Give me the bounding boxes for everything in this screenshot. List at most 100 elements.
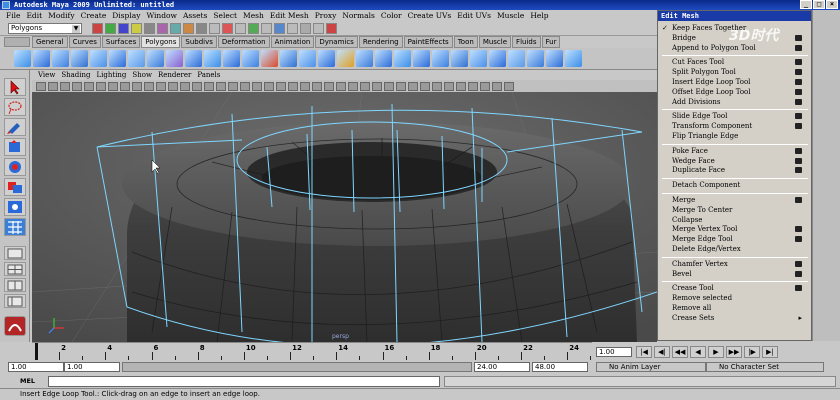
shelf-tool-28-icon[interactable]: [527, 50, 544, 67]
menu-item-transform-component[interactable]: Transform Component: [672, 122, 808, 131]
panel-tool-10-icon[interactable]: [144, 81, 154, 91]
option-box-icon[interactable]: [795, 285, 802, 292]
option-box-icon[interactable]: [795, 59, 802, 66]
status-line-tool-12-icon[interactable]: [235, 23, 246, 34]
panel-tool-3-icon[interactable]: [60, 81, 70, 91]
option-box-icon[interactable]: [795, 157, 802, 164]
shelf-tab-muscle[interactable]: Muscle: [478, 36, 512, 48]
panel-tool-9-icon[interactable]: [132, 81, 142, 91]
menu-modify[interactable]: Modify: [48, 10, 74, 21]
shelf-menu-button[interactable]: [4, 37, 30, 47]
close-button[interactable]: ×: [826, 0, 838, 9]
menu-assets[interactable]: Assets: [183, 10, 207, 21]
menu-file[interactable]: File: [6, 10, 20, 21]
layout-two-icon[interactable]: [4, 278, 26, 292]
panel-tool-18-icon[interactable]: [240, 81, 250, 91]
menu-edit[interactable]: Edit: [26, 10, 42, 21]
status-line-tool-2-icon[interactable]: [105, 23, 116, 34]
menu-item-merge-vertex-tool[interactable]: Merge Vertex Tool: [672, 225, 808, 234]
option-box-icon[interactable]: [795, 260, 802, 267]
shelf-tab-dynamics[interactable]: Dynamics: [315, 36, 358, 48]
panel-tool-39-icon[interactable]: [492, 81, 502, 91]
shelf-tool-30-icon[interactable]: [565, 50, 582, 67]
menu-item-append-to-polygon-tool[interactable]: Append to Polygon Tool: [672, 44, 808, 53]
option-box-icon[interactable]: [795, 88, 802, 95]
option-box-icon[interactable]: [795, 69, 802, 76]
menu-item-slide-edge-tool[interactable]: Slide Edge Tool: [672, 112, 808, 121]
panel-tool-14-icon[interactable]: [192, 81, 202, 91]
status-line-tool-9-icon[interactable]: [196, 23, 207, 34]
shelf-tool-6-icon[interactable]: [109, 50, 126, 67]
panel-tool-4-icon[interactable]: [72, 81, 82, 91]
menu-color[interactable]: Color: [381, 10, 402, 21]
layout-single-icon[interactable]: [4, 246, 26, 260]
menu-create[interactable]: Create: [81, 10, 107, 21]
shelf-tool-12-icon[interactable]: [223, 50, 240, 67]
menu-item-duplicate-face[interactable]: Duplicate Face: [672, 166, 808, 175]
character-set-dropdown[interactable]: No Character Set: [706, 362, 824, 372]
option-box-icon[interactable]: [795, 226, 802, 233]
play-backwards-button[interactable]: ◀: [690, 346, 706, 358]
shelf-tool-7-icon[interactable]: [128, 50, 145, 67]
option-box-icon[interactable]: [795, 147, 802, 154]
shelf-tab-general[interactable]: General: [32, 36, 68, 48]
shelf-tab-fur[interactable]: Fur: [541, 36, 561, 48]
select-tool-icon[interactable]: [4, 78, 26, 96]
panel-tool-33-icon[interactable]: [420, 81, 430, 91]
status-line-tool-1-icon[interactable]: [92, 23, 103, 34]
status-line-tool-19-icon[interactable]: [326, 23, 337, 34]
panel-tool-38-icon[interactable]: [480, 81, 490, 91]
panel-tool-24-icon[interactable]: [312, 81, 322, 91]
shelf-tab-fluids[interactable]: Fluids: [512, 36, 541, 48]
option-box-icon[interactable]: [795, 197, 802, 203]
menu-item-wedge-face[interactable]: Wedge Face: [672, 157, 808, 166]
panel-tool-1-icon[interactable]: [36, 81, 46, 91]
panel-tool-12-icon[interactable]: [168, 81, 178, 91]
option-box-icon[interactable]: [795, 270, 802, 277]
shelf-tool-15-icon[interactable]: [280, 50, 297, 67]
menu-set-selector[interactable]: Polygons ▼: [8, 23, 82, 34]
panel-tool-19-icon[interactable]: [252, 81, 262, 91]
menu-item-collapse[interactable]: Collapse: [672, 216, 808, 225]
menu-item-flip-triangle-edge[interactable]: Flip Triangle Edge: [672, 132, 808, 141]
shelf-tool-9-icon[interactable]: [166, 50, 183, 67]
time-slider[interactable]: 2 4 6 8 10 12 14 16 18 20 22 24: [32, 342, 592, 360]
panel-tool-30-icon[interactable]: [384, 81, 394, 91]
menu-display[interactable]: Display: [112, 10, 140, 21]
option-box-icon[interactable]: [795, 123, 802, 130]
status-line-tool-4-icon[interactable]: [131, 23, 142, 34]
end-time-field[interactable]: 48.00: [532, 362, 588, 372]
menu-item-split-polygon-tool[interactable]: Split Polygon Tool: [672, 68, 808, 77]
panel-menu-renderer[interactable]: Renderer: [158, 70, 191, 80]
layout-outliner-icon[interactable]: [4, 294, 26, 308]
option-box-icon[interactable]: [795, 44, 802, 51]
shelf-tool-26-icon[interactable]: [489, 50, 506, 67]
shelf-tool-4-icon[interactable]: [71, 50, 88, 67]
shelf-tab-polygons[interactable]: Polygons: [141, 36, 181, 48]
menu-item-detach-component[interactable]: Detach Component: [672, 181, 808, 190]
panel-tool-15-icon[interactable]: [204, 81, 214, 91]
option-box-icon[interactable]: [795, 167, 802, 174]
panel-tool-32-icon[interactable]: [408, 81, 418, 91]
shelf-tool-11-icon[interactable]: [204, 50, 221, 67]
panel-tool-23-icon[interactable]: [300, 81, 310, 91]
panel-tool-37-icon[interactable]: [468, 81, 478, 91]
menu-proxy[interactable]: Proxy: [315, 10, 337, 21]
menu-item-poke-face[interactable]: Poke Face: [672, 147, 808, 156]
option-box-icon[interactable]: [795, 236, 802, 243]
menu-normals[interactable]: Normals: [342, 10, 375, 21]
panel-tool-29-icon[interactable]: [372, 81, 382, 91]
panel-tool-17-icon[interactable]: [228, 81, 238, 91]
scale-tool-icon[interactable]: [4, 178, 26, 196]
panel-tool-13-icon[interactable]: [180, 81, 190, 91]
menu-item-crease-tool[interactable]: Crease Tool: [672, 284, 808, 293]
panel-tool-8-icon[interactable]: [120, 81, 130, 91]
panel-tool-31-icon[interactable]: [396, 81, 406, 91]
panel-tool-11-icon[interactable]: [156, 81, 166, 91]
menu-item-remove-all[interactable]: Remove all: [672, 304, 808, 313]
status-line-tool-5-icon[interactable]: [144, 23, 155, 34]
shelf-tool-18-icon[interactable]: [337, 50, 354, 67]
panel-tool-7-icon[interactable]: [108, 81, 118, 91]
command-language-label[interactable]: MEL: [20, 377, 35, 385]
menu-edit-uvs[interactable]: Edit UVs: [457, 10, 491, 21]
